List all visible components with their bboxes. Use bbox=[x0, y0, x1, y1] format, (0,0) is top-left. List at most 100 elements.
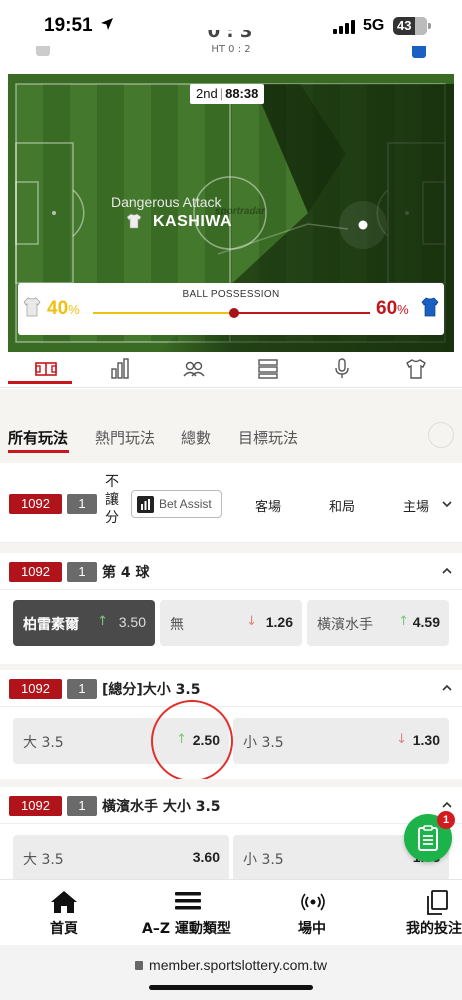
players-icon[interactable] bbox=[182, 358, 206, 380]
odds-value: 3.60 bbox=[192, 849, 220, 865]
chevron-down-icon[interactable] bbox=[441, 498, 453, 510]
market-options: 柏雷素爾 ↑ 3.50 無 ↓ 1.26 橫濱水手 ↑ 4.59 bbox=[0, 590, 462, 664]
odds-down-arrow-icon: ↓ bbox=[396, 732, 407, 747]
network-type: 5G bbox=[363, 17, 385, 34]
market-num-badge: 1 bbox=[67, 796, 97, 816]
bottom-nav: 首頁 A–Z 運動類型 場中 我的投注 bbox=[0, 879, 462, 945]
home-indicator bbox=[149, 985, 313, 990]
shirt-icon bbox=[126, 213, 142, 229]
market-title: 橫濱水手 大小 3.5 bbox=[102, 799, 221, 815]
match-period: 2nd bbox=[196, 86, 218, 101]
odds-up-arrow-icon: ↑ bbox=[97, 614, 108, 629]
odds-value: 1.30 bbox=[412, 732, 440, 748]
tracker-tab-indicator bbox=[8, 381, 72, 384]
away-shirt-icon bbox=[421, 297, 439, 317]
home-possession-value: 40% bbox=[47, 298, 80, 319]
market-header[interactable]: 1092 1 [總分]大小 3.5 bbox=[0, 670, 462, 706]
nav-label: 我的投注 bbox=[406, 921, 462, 937]
odds-option-name: 大 3.5 bbox=[23, 735, 64, 751]
odds-option-name: 橫濱水手 bbox=[317, 617, 373, 633]
bet-assist-button[interactable]: Bet Assist bbox=[131, 490, 222, 518]
menu-icon bbox=[175, 892, 201, 910]
column-home: 主場 bbox=[403, 500, 430, 515]
market-tab-indicator bbox=[8, 450, 69, 453]
odds-value: 1.26 bbox=[265, 614, 293, 630]
odds-button[interactable]: 橫濱水手 ↑ 4.59 bbox=[307, 600, 449, 646]
home-possession-bar bbox=[93, 312, 234, 314]
chevron-up-icon[interactable] bbox=[441, 565, 453, 577]
jersey-icon[interactable] bbox=[404, 358, 428, 380]
location-arrow-icon bbox=[101, 18, 113, 30]
market-options: 大 3.5 3.60 小 3.5 1.08 bbox=[0, 824, 462, 881]
odds-option-name: 大 3.5 bbox=[23, 852, 64, 868]
tab-goal-markets[interactable]: 目標玩法 bbox=[238, 427, 298, 448]
match-code-badge: 1092 bbox=[9, 494, 62, 514]
status-time: 19:51 bbox=[44, 15, 93, 36]
no-handicap-label: 不 讓 分 bbox=[105, 474, 119, 526]
market-header[interactable]: 1092 1 第 4 球 bbox=[0, 553, 462, 589]
stats-bar-icon[interactable] bbox=[108, 358, 132, 380]
tab-totals[interactable]: 總數 bbox=[181, 427, 211, 448]
battery-icon: 43 bbox=[393, 17, 427, 35]
live-broadcast-icon bbox=[301, 893, 325, 911]
market-num-badge: 1 bbox=[67, 679, 97, 699]
url-text: member.sportslottery.com.tw bbox=[0, 957, 462, 973]
nav-label: A–Z 運動類型 bbox=[142, 921, 231, 937]
section-spacer bbox=[0, 779, 462, 787]
market-tabs: 所有玩法 熱門玩法 總數 目標玩法 bbox=[0, 413, 462, 463]
browser-url-bar[interactable]: member.sportslottery.com.tw bbox=[0, 945, 462, 1000]
home-icon bbox=[51, 891, 77, 913]
market-title: 第 4 球 bbox=[102, 565, 150, 581]
event-title: Dangerous Attack bbox=[111, 194, 222, 210]
nav-label: 場中 bbox=[298, 921, 326, 937]
odds-option-name: 柏雷素爾 bbox=[23, 617, 79, 633]
chevron-up-icon[interactable] bbox=[441, 682, 453, 694]
market-code-badge: 1092 bbox=[9, 679, 62, 699]
bets-copy-icon bbox=[427, 890, 448, 915]
spacer bbox=[0, 389, 462, 413]
bet-assist-label: Bet Assist bbox=[159, 497, 212, 511]
nav-label: 首頁 bbox=[50, 921, 78, 937]
highlight-circle bbox=[151, 700, 233, 782]
chevron-up-icon[interactable] bbox=[441, 799, 453, 811]
nav-home[interactable]: 首頁 bbox=[28, 880, 100, 946]
away-possession-bar bbox=[233, 312, 370, 314]
betslip-icon bbox=[418, 825, 438, 851]
halftime-score: HT 0 : 2 bbox=[211, 44, 251, 55]
lineup-list-icon[interactable] bbox=[256, 358, 280, 380]
nav-live[interactable]: 場中 bbox=[276, 880, 348, 946]
cellular-signal-icon bbox=[333, 20, 355, 34]
battery-level: 43 bbox=[397, 18, 412, 33]
market-code-badge: 1092 bbox=[9, 796, 62, 816]
provider-watermark: sportradar bbox=[215, 206, 266, 217]
odds-option-name: 小 3.5 bbox=[243, 852, 284, 868]
nav-a-z-sports[interactable]: A–Z 運動類型 bbox=[138, 880, 238, 946]
more-tabs-button[interactable] bbox=[428, 422, 454, 448]
odds-button[interactable]: 大 3.5 3.60 bbox=[13, 835, 229, 881]
odds-option-name: 小 3.5 bbox=[243, 735, 284, 751]
pitch-icon[interactable] bbox=[34, 358, 58, 380]
market-header[interactable]: 1092 1 橫濱水手 大小 3.5 bbox=[0, 787, 462, 823]
home-shirt-icon bbox=[23, 297, 41, 317]
column-away: 客場 bbox=[255, 500, 282, 515]
odds-button[interactable]: 小 3.5 ↓ 1.30 bbox=[233, 718, 449, 764]
odds-up-arrow-icon: ↑ bbox=[398, 614, 409, 629]
odds-value: 4.59 bbox=[412, 614, 440, 630]
possession-marker bbox=[228, 308, 239, 318]
bar-chart-icon bbox=[137, 496, 154, 513]
commentary-mic-icon[interactable] bbox=[330, 358, 354, 380]
nav-my-bets[interactable]: 我的投注 bbox=[402, 880, 462, 946]
lock-icon bbox=[135, 961, 144, 970]
market-code-badge: 1092 bbox=[9, 562, 62, 582]
odds-button[interactable]: 柏雷素爾 ↑ 3.50 bbox=[13, 600, 155, 646]
odds-value: 3.50 bbox=[118, 614, 146, 630]
betslip-count-badge: 1 bbox=[437, 811, 455, 829]
score-partial: 0 : 3 bbox=[205, 30, 255, 40]
ball-possession-panel: BALL POSSESSION 40% 60% bbox=[18, 283, 444, 335]
battery-tip bbox=[428, 23, 431, 29]
away-possession-value: 60% bbox=[376, 298, 409, 319]
odds-button[interactable]: 無 ↓ 1.26 bbox=[160, 600, 302, 646]
tab-all-markets[interactable]: 所有玩法 bbox=[8, 427, 68, 448]
tab-popular[interactable]: 熱門玩法 bbox=[95, 427, 155, 448]
match-num-badge: 1 bbox=[67, 494, 97, 514]
